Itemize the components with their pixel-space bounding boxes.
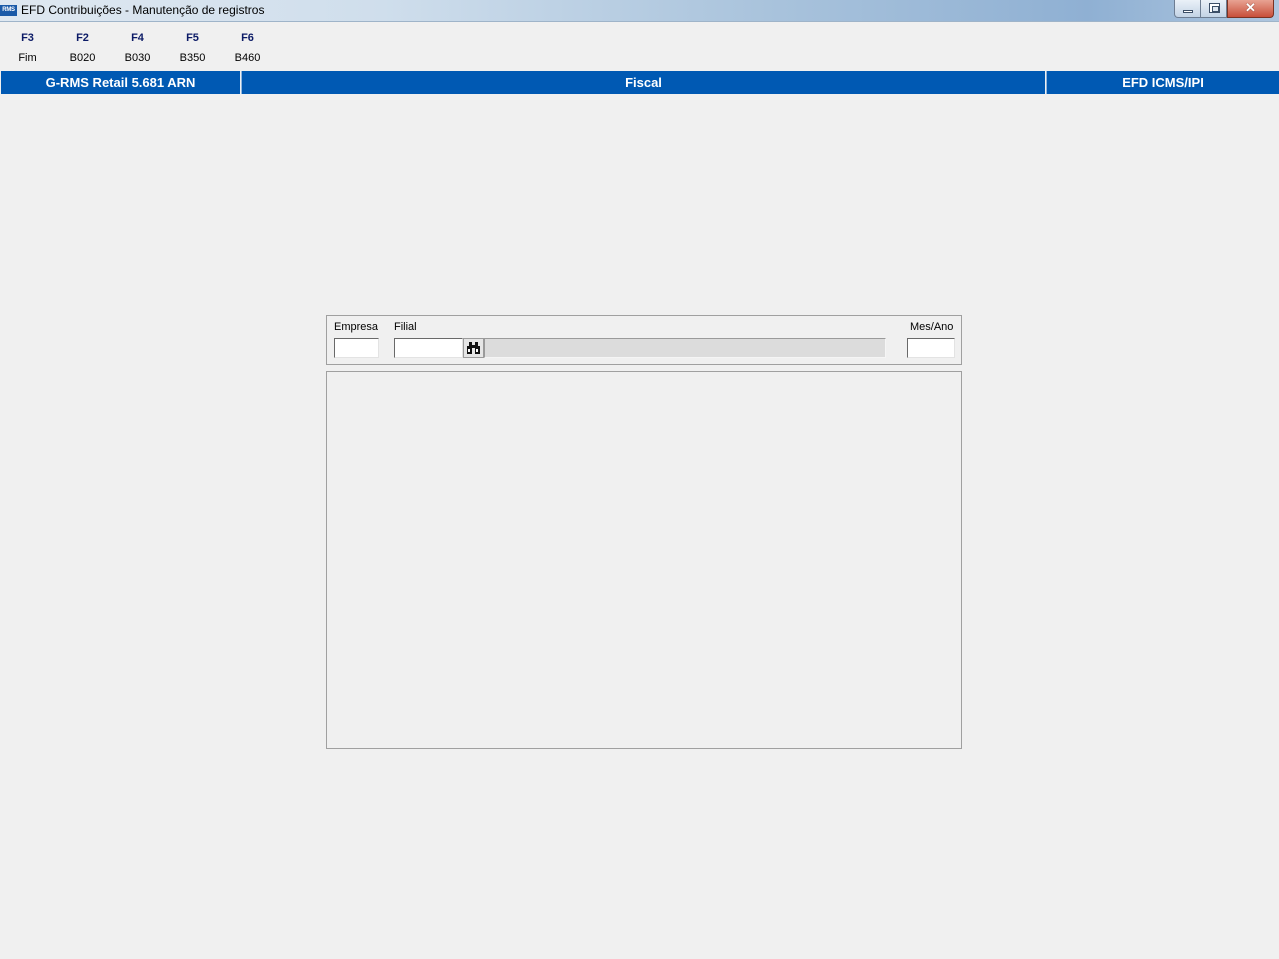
mes-ano-label: Mes/Ano — [910, 321, 954, 333]
fkey-key: F6 — [241, 32, 254, 44]
empresa-label: Empresa — [334, 321, 379, 333]
fkey-key: F3 — [21, 32, 34, 44]
restore-button[interactable] — [1200, 0, 1227, 18]
fkey-label: B030 — [124, 52, 151, 64]
fkey-f3-fim[interactable]: F3 Fim — [0, 22, 55, 68]
filial-description-field — [484, 338, 886, 358]
fkey-f5-b350[interactable]: F5 B350 — [165, 22, 220, 68]
fkey-key: F4 — [131, 32, 144, 44]
window-title: EFD Contribuições - Manutenção de regist… — [21, 3, 265, 17]
filter-panel: Empresa Filial Mes/Ano — [326, 315, 962, 365]
header-system-name: G-RMS Retail 5.681 ARN — [1, 71, 240, 94]
fkey-f4-b030[interactable]: F4 B030 — [110, 22, 165, 68]
fkey-label: Fim — [18, 52, 37, 64]
header-submodule: EFD ICMS/IPI — [1046, 71, 1279, 94]
mes-ano-input[interactable] — [907, 338, 955, 358]
fkey-f6-b460[interactable]: F6 B460 — [220, 22, 275, 68]
close-icon: ✕ — [1245, 0, 1256, 15]
window-title-bar[interactable]: RMS EFD Contribuições - Manutenção de re… — [0, 0, 1279, 22]
restore-icon — [1209, 3, 1220, 13]
app-icon: RMS — [0, 5, 17, 16]
close-button[interactable]: ✕ — [1227, 0, 1274, 18]
header-module: Fiscal — [241, 71, 1045, 94]
filial-lookup-button[interactable] — [463, 338, 484, 358]
records-panel — [326, 371, 962, 749]
fkey-key: F5 — [186, 32, 199, 44]
fkey-f2-b020[interactable]: F2 B020 — [55, 22, 110, 68]
empresa-input[interactable] — [334, 338, 379, 358]
fkey-label: B350 — [179, 52, 206, 64]
minimize-button[interactable] — [1174, 0, 1201, 18]
filial-input[interactable] — [394, 338, 463, 358]
fkey-key: F2 — [76, 32, 89, 44]
fkey-label: B460 — [234, 52, 261, 64]
fkey-label: B020 — [69, 52, 96, 64]
filial-label: Filial — [394, 321, 417, 333]
binoculars-icon — [467, 342, 480, 354]
minimize-icon — [1183, 10, 1193, 13]
